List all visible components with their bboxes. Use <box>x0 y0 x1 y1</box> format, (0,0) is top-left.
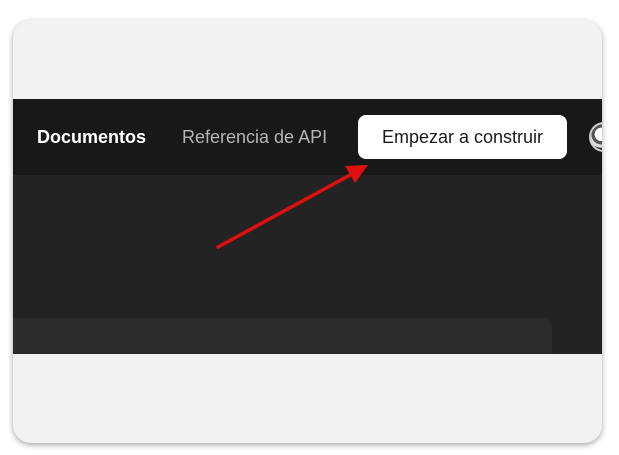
nav-link-referencia-api[interactable]: Referencia de API <box>182 126 327 148</box>
screenshot-frame: Documentos Referencia de API Empezar a c… <box>13 20 602 443</box>
app-screen: Documentos Referencia de API Empezar a c… <box>13 99 602 354</box>
nav-link-documentos[interactable]: Documentos <box>37 126 146 148</box>
content-card <box>13 318 552 354</box>
user-avatar[interactable] <box>589 122 602 152</box>
start-building-button[interactable]: Empezar a construir <box>358 115 567 159</box>
top-navbar: Documentos Referencia de API Empezar a c… <box>13 99 602 175</box>
